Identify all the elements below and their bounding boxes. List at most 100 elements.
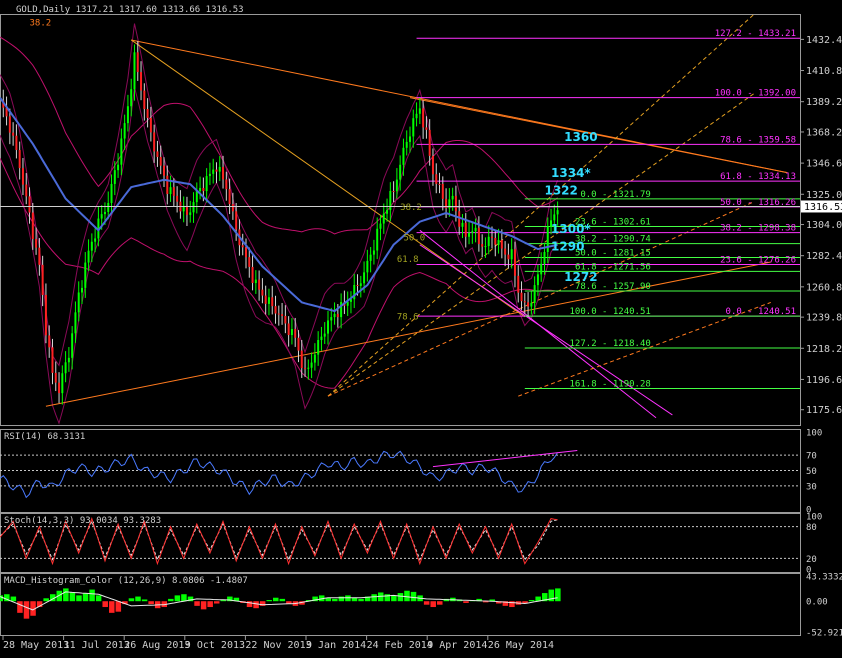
stoch-title: Stoch(14,3,3) 93.0034 93.3283 xyxy=(4,516,161,526)
x-tick-label: 9 Apr 2014 xyxy=(427,640,487,651)
candle-body xyxy=(533,285,536,303)
macd-bar xyxy=(128,598,135,602)
macd-bar xyxy=(63,588,69,602)
candle-body xyxy=(241,245,244,248)
y-tick-label: 1304.00 xyxy=(806,220,842,231)
candle-body xyxy=(418,108,421,114)
macd-bar xyxy=(135,596,141,602)
candle-body xyxy=(386,210,389,214)
macd-bar xyxy=(82,593,89,602)
candle-body xyxy=(264,295,267,304)
candle-body xyxy=(369,254,372,261)
candle-body xyxy=(123,123,126,139)
y-tick-label: 1175.60 xyxy=(806,405,842,416)
macd-bar xyxy=(423,601,430,605)
candle-body xyxy=(284,315,287,324)
chart-header: GOLD,Daily 1317.21 1317.60 1313.66 1316.… xyxy=(16,5,244,15)
candle-body xyxy=(44,294,47,336)
candle-body xyxy=(8,116,11,133)
fib-level-label: 50.0 - 1281.15 xyxy=(575,248,651,258)
macd-bar xyxy=(528,600,535,602)
macd-bar xyxy=(17,601,23,613)
candle-body xyxy=(307,367,310,369)
candle-body xyxy=(15,135,18,151)
candle-body xyxy=(100,214,103,219)
candle-body xyxy=(290,329,293,336)
candle-body xyxy=(228,189,231,205)
x-tick-label: 9 Oct 2013 xyxy=(185,640,245,651)
candle-body xyxy=(248,257,251,267)
candle-body xyxy=(61,373,64,394)
candle-body xyxy=(477,227,480,245)
candle-body xyxy=(431,155,434,175)
candle-body xyxy=(366,260,369,273)
candle-body xyxy=(399,164,402,180)
candle-body xyxy=(454,195,457,212)
x-tick-label: 24 Feb 2014 xyxy=(367,640,433,651)
candle-body xyxy=(461,222,464,227)
candle-body xyxy=(67,357,70,363)
candle-body xyxy=(438,183,441,185)
candle-body xyxy=(159,156,162,166)
candle-body xyxy=(320,336,323,341)
candle-body xyxy=(412,118,415,137)
candle-body xyxy=(149,117,152,133)
macd-bar xyxy=(410,591,417,602)
candle-body xyxy=(500,240,503,249)
candle-body xyxy=(169,187,172,194)
candle-body xyxy=(64,362,67,374)
candle-body xyxy=(185,205,188,215)
macd-bar xyxy=(371,594,377,602)
candle-body xyxy=(235,211,238,230)
macd-bar xyxy=(286,601,292,604)
rsi-y-tick: 50 xyxy=(806,467,817,477)
candle-body xyxy=(130,89,133,107)
candle-body xyxy=(267,297,270,304)
macd-bar xyxy=(168,598,174,602)
candle-body xyxy=(202,187,205,192)
candle-body xyxy=(415,113,418,119)
candle-body xyxy=(409,136,411,142)
candle-body xyxy=(205,176,208,192)
macd-y-tick: -52.9215 xyxy=(806,629,842,639)
candle-body xyxy=(323,333,326,337)
candle-body xyxy=(153,132,156,152)
candle-body xyxy=(441,183,444,199)
macd-bar xyxy=(109,601,115,613)
candle-body xyxy=(189,212,192,215)
static-label: 38.2 xyxy=(400,203,422,213)
candle-body xyxy=(300,350,303,369)
candle-body xyxy=(520,292,523,302)
macd-bar xyxy=(332,598,338,602)
candle-body xyxy=(140,72,143,91)
candle-body xyxy=(310,362,313,368)
candle-body xyxy=(110,183,113,204)
candle-body xyxy=(117,164,120,171)
candle-body xyxy=(225,179,228,190)
candle-body xyxy=(395,179,398,192)
level-callout: 1334* xyxy=(551,166,591,180)
chart-svg[interactable]: 1175.60 1196.60 1218.20 1239.80 1260.80 1282.… xyxy=(0,0,842,654)
macd-bar xyxy=(358,598,364,602)
candle-body xyxy=(504,248,507,255)
y-tick-label: 1389.20 xyxy=(806,97,842,108)
candle-body xyxy=(222,166,225,180)
rsi-y-tick: 70 xyxy=(806,452,817,462)
candle-body xyxy=(277,313,280,315)
x-tick-label: 28 May 2013 xyxy=(3,640,69,651)
fib-level-label: 100.0 - 1240.51 xyxy=(570,307,651,317)
y-tick-label: 1239.80 xyxy=(806,313,842,324)
candle-body xyxy=(523,301,526,303)
candle-body xyxy=(208,173,211,177)
candle-body xyxy=(195,190,198,203)
macd-title: MACD_Histogram_Color (12,26,9) 8.0806 -1… xyxy=(4,576,248,586)
candle-body xyxy=(35,239,38,248)
stoch-y-tick: 100 xyxy=(806,513,822,523)
candle-body xyxy=(51,347,54,373)
candle-body xyxy=(510,249,513,260)
candle-body xyxy=(12,132,15,136)
macd-y-tick: 0.00 xyxy=(806,598,828,608)
candle-body xyxy=(126,106,129,124)
macd-bar xyxy=(89,589,95,602)
fib-level-label: 127.2 - 1433.21 xyxy=(715,29,796,39)
